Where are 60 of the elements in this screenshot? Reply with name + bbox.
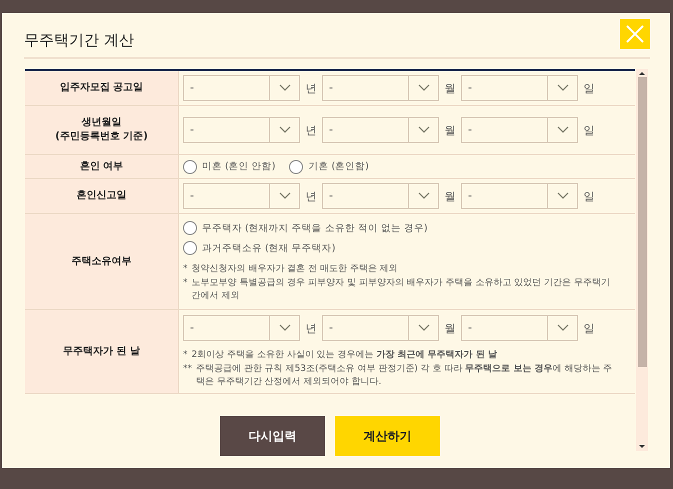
row-label: 혼인신고일	[25, 179, 179, 213]
unit-label: 월	[444, 320, 456, 336]
dropdown[interactable]: -	[461, 75, 578, 101]
chevron-down-icon	[556, 126, 568, 134]
chevron-down-icon	[556, 324, 568, 332]
note-text: * 노부모부양 특별공급의 경우 피부양자 및 피부양자의 배우자가 주택을 소유하고 있었던 기간은 무주택기간에서 제외	[183, 277, 611, 302]
radio-button[interactable]	[183, 160, 197, 174]
chevron-down-icon	[418, 126, 430, 134]
radio-option[interactable]: 기혼 (혼인함)	[289, 160, 369, 174]
unit-label: 일	[582, 122, 596, 138]
radio-option[interactable]: 과거주택소유 (현재 무주택자)	[183, 241, 635, 256]
row-label: 생년월일 (주민등록번호 기준)	[25, 106, 179, 154]
chevron-down-icon	[418, 324, 430, 332]
scroll-down-icon[interactable]	[638, 443, 646, 451]
dropdown[interactable]: -	[322, 75, 439, 101]
radio-button[interactable]	[183, 221, 197, 236]
unit-label: 일	[582, 320, 596, 336]
chevron-down-icon	[278, 192, 290, 200]
dropdown[interactable]: -	[461, 117, 578, 143]
dropdown[interactable]: -	[183, 117, 300, 143]
radio-option[interactable]: 무주택자 (현재까지 주택을 소유한 적이 없는 경우)	[183, 221, 635, 236]
note-text: ** 주택공급에 관한 규칙 제53조(주택소유 여부 판정기준) 각 호 따라 무주택으로 보는 경우에 해당하는 주택은 무주택기간 산정에서 제외되어야 합니다.	[183, 363, 614, 388]
dropdown[interactable]: -	[461, 183, 578, 209]
unit-label: 월	[444, 188, 456, 204]
dialog-title: 무주택기간 계산	[24, 30, 134, 50]
dropdown[interactable]: -	[183, 183, 300, 209]
radio-button[interactable]	[289, 160, 304, 174]
dropdown[interactable]: -	[461, 315, 578, 342]
scrollbar[interactable]	[636, 69, 648, 451]
unit-label: 년	[304, 188, 318, 204]
unit-label: 일	[582, 80, 596, 96]
unit-label: 년	[304, 320, 318, 336]
close-icon	[625, 24, 645, 44]
chevron-down-icon	[418, 84, 430, 92]
chevron-down-icon	[556, 192, 568, 200]
unit-label: 일	[582, 188, 596, 204]
unit-label: 년	[304, 80, 318, 96]
radio-button[interactable]	[183, 241, 197, 256]
dropdown[interactable]: -	[322, 183, 439, 209]
unit-label: 년	[304, 122, 318, 138]
chevron-down-icon	[556, 84, 568, 92]
row-label: 무주택자가 된 날	[25, 310, 179, 393]
note-text: * 2회이상 주택을 소유한 사실이 있는 경우에는 가장 최근에 무주택자가 된 날	[183, 349, 498, 362]
row-label: 혼인 여부	[25, 155, 179, 178]
dropdown[interactable]: -	[322, 315, 439, 342]
dropdown[interactable]: -	[322, 117, 439, 143]
chevron-down-icon	[418, 192, 430, 200]
row-label: 입주자모집 공고일	[25, 71, 179, 105]
dropdown[interactable]: -	[183, 315, 300, 342]
unit-label: 월	[444, 122, 456, 138]
dropdown[interactable]: -	[183, 75, 300, 101]
unit-label: 월	[444, 80, 456, 96]
chevron-down-icon	[278, 84, 290, 92]
reset-button[interactable]: 다시입력	[220, 416, 325, 456]
chevron-down-icon	[278, 126, 290, 134]
note-text: * 청약신청자의 배우자가 결혼 전 매도한 주택은 제외	[183, 263, 399, 276]
radio-option[interactable]: 미혼 (혼인 안함)	[183, 160, 276, 174]
calculate-button[interactable]: 계산하기	[335, 416, 440, 456]
row-label: 주택소유여부	[25, 214, 179, 309]
chevron-down-icon	[278, 324, 290, 332]
